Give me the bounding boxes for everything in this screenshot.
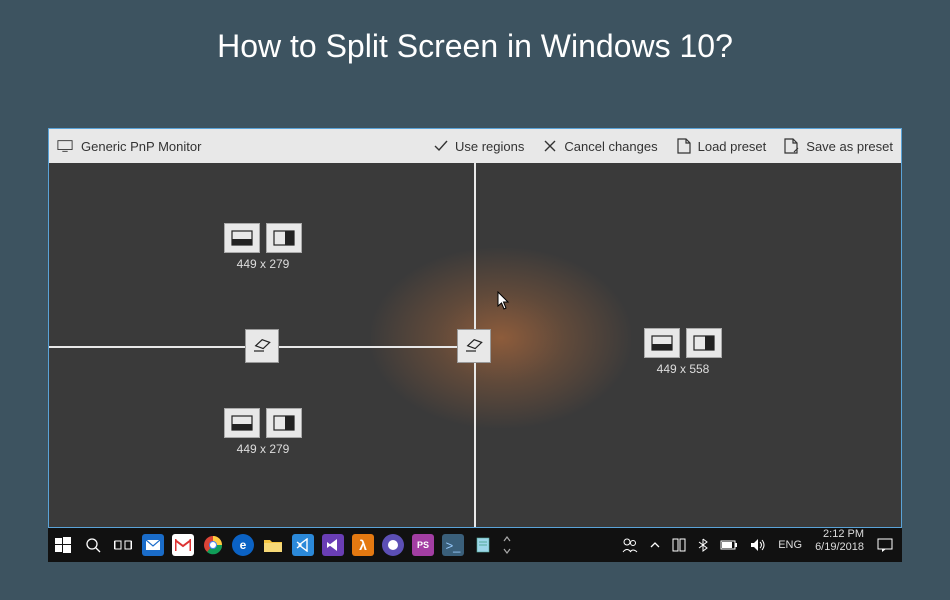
region-size-label: 449 x 279 (237, 442, 290, 456)
phpstorm-icon: PS (412, 534, 434, 556)
task-view-button[interactable] (108, 528, 138, 562)
monitor-label: Generic PnP Monitor (81, 139, 201, 154)
app-toolbar: Generic PnP Monitor Use regions Cancel c… (49, 129, 901, 163)
region-size-label: 449 x 279 (237, 257, 290, 271)
eraser-handle-center[interactable] (457, 329, 491, 363)
start-button[interactable] (48, 528, 78, 562)
language-label: ENG (778, 539, 802, 551)
taskbar-app-terminal[interactable]: >_ (438, 528, 468, 562)
gmail-icon (172, 534, 194, 556)
chevron-up-icon (650, 541, 660, 549)
mouse-cursor (497, 291, 511, 311)
mail-icon (142, 534, 164, 556)
load-preset-label: Load preset (698, 139, 767, 154)
bluetooth-icon (698, 538, 708, 552)
split-vertical-button[interactable] (686, 328, 722, 358)
load-preset-button[interactable]: Load preset (676, 138, 767, 154)
taskbar-app-explorer[interactable] (258, 528, 288, 562)
folder-icon (262, 534, 284, 556)
tray-app-1[interactable] (667, 528, 691, 562)
lambda-icon: λ (352, 534, 374, 556)
close-icon (542, 138, 558, 154)
page-title: How to Split Screen in Windows 10? (0, 0, 950, 85)
taskbar-app-vs[interactable] (318, 528, 348, 562)
split-vertical-button[interactable] (266, 408, 302, 438)
people-icon (622, 537, 638, 553)
split-horizontal-icon (651, 335, 673, 351)
split-vertical-icon (693, 335, 715, 351)
check-icon (433, 138, 449, 154)
windows-taskbar: e λ PS >_ ENG 2:12 PM 6/19/2018 (48, 528, 902, 562)
taskbar-app-chrome[interactable] (198, 528, 228, 562)
taskbar-app-gmail[interactable] (168, 528, 198, 562)
split-horizontal-button[interactable] (224, 408, 260, 438)
search-icon (85, 537, 101, 553)
chrome-icon (202, 534, 224, 556)
search-button[interactable] (78, 528, 108, 562)
task-view-icon (114, 538, 132, 552)
region-controls-bottom-left: 449 x 279 (224, 408, 302, 456)
tray-icon (672, 538, 686, 552)
taskbar-app-insomnia[interactable] (378, 528, 408, 562)
taskbar-app-vscode[interactable] (288, 528, 318, 562)
region-controls-right: 449 x 558 (644, 328, 722, 376)
tray-battery[interactable] (715, 528, 743, 562)
save-icon (784, 138, 800, 154)
save-preset-button[interactable]: Save as preset (784, 138, 893, 154)
cancel-changes-button[interactable]: Cancel changes (542, 138, 657, 154)
monitor-icon (57, 138, 73, 154)
monitor-regions-window: Generic PnP Monitor Use regions Cancel c… (48, 128, 902, 528)
split-horizontal-button[interactable] (644, 328, 680, 358)
eraser-icon (464, 338, 484, 354)
terminal-icon: >_ (442, 534, 464, 556)
cancel-changes-label: Cancel changes (564, 139, 657, 154)
tray-action-center[interactable] (872, 528, 898, 562)
region-controls-top-left: 449 x 279 (224, 223, 302, 271)
use-regions-button[interactable]: Use regions (433, 138, 524, 154)
clock-date: 6/19/2018 (815, 541, 864, 554)
taskbar-scroll[interactable] (498, 528, 516, 562)
tray-volume[interactable] (745, 528, 771, 562)
battery-icon (720, 540, 738, 550)
use-regions-label: Use regions (455, 139, 524, 154)
split-horizontal-icon (231, 230, 253, 246)
circle-app-icon (382, 534, 404, 556)
split-vertical-icon (273, 230, 295, 246)
split-horizontal-button[interactable] (224, 223, 260, 253)
taskbar-app-lambda[interactable]: λ (348, 528, 378, 562)
taskbar-app-mail[interactable] (138, 528, 168, 562)
eraser-handle-left[interactable] (245, 329, 279, 363)
taskbar-app-edge[interactable]: e (228, 528, 258, 562)
split-vertical-button[interactable] (266, 223, 302, 253)
windows-icon (55, 537, 71, 553)
split-vertical-icon (273, 415, 295, 431)
load-icon (676, 138, 692, 154)
clock-time: 2:12 PM (823, 528, 864, 541)
tray-overflow[interactable] (645, 528, 665, 562)
tray-bluetooth[interactable] (693, 528, 713, 562)
scroll-arrows-icon (502, 534, 512, 556)
taskbar-app-notes[interactable] (468, 528, 498, 562)
vscode-icon (292, 534, 314, 556)
region-canvas[interactable]: 449 x 279 449 x 279 (49, 163, 901, 527)
tray-language[interactable]: ENG (773, 528, 807, 562)
save-preset-label: Save as preset (806, 139, 893, 154)
region-size-label: 449 x 558 (657, 362, 710, 376)
action-center-icon (877, 538, 893, 552)
tray-people[interactable] (617, 528, 643, 562)
wallpaper-glow (371, 248, 631, 428)
edge-icon: e (232, 534, 254, 556)
visual-studio-icon (322, 534, 344, 556)
notes-icon (472, 534, 494, 556)
taskbar-app-phpstorm[interactable]: PS (408, 528, 438, 562)
volume-icon (750, 538, 766, 552)
tray-clock[interactable]: 2:12 PM 6/19/2018 (809, 528, 870, 562)
eraser-icon (252, 338, 272, 354)
split-horizontal-icon (231, 415, 253, 431)
